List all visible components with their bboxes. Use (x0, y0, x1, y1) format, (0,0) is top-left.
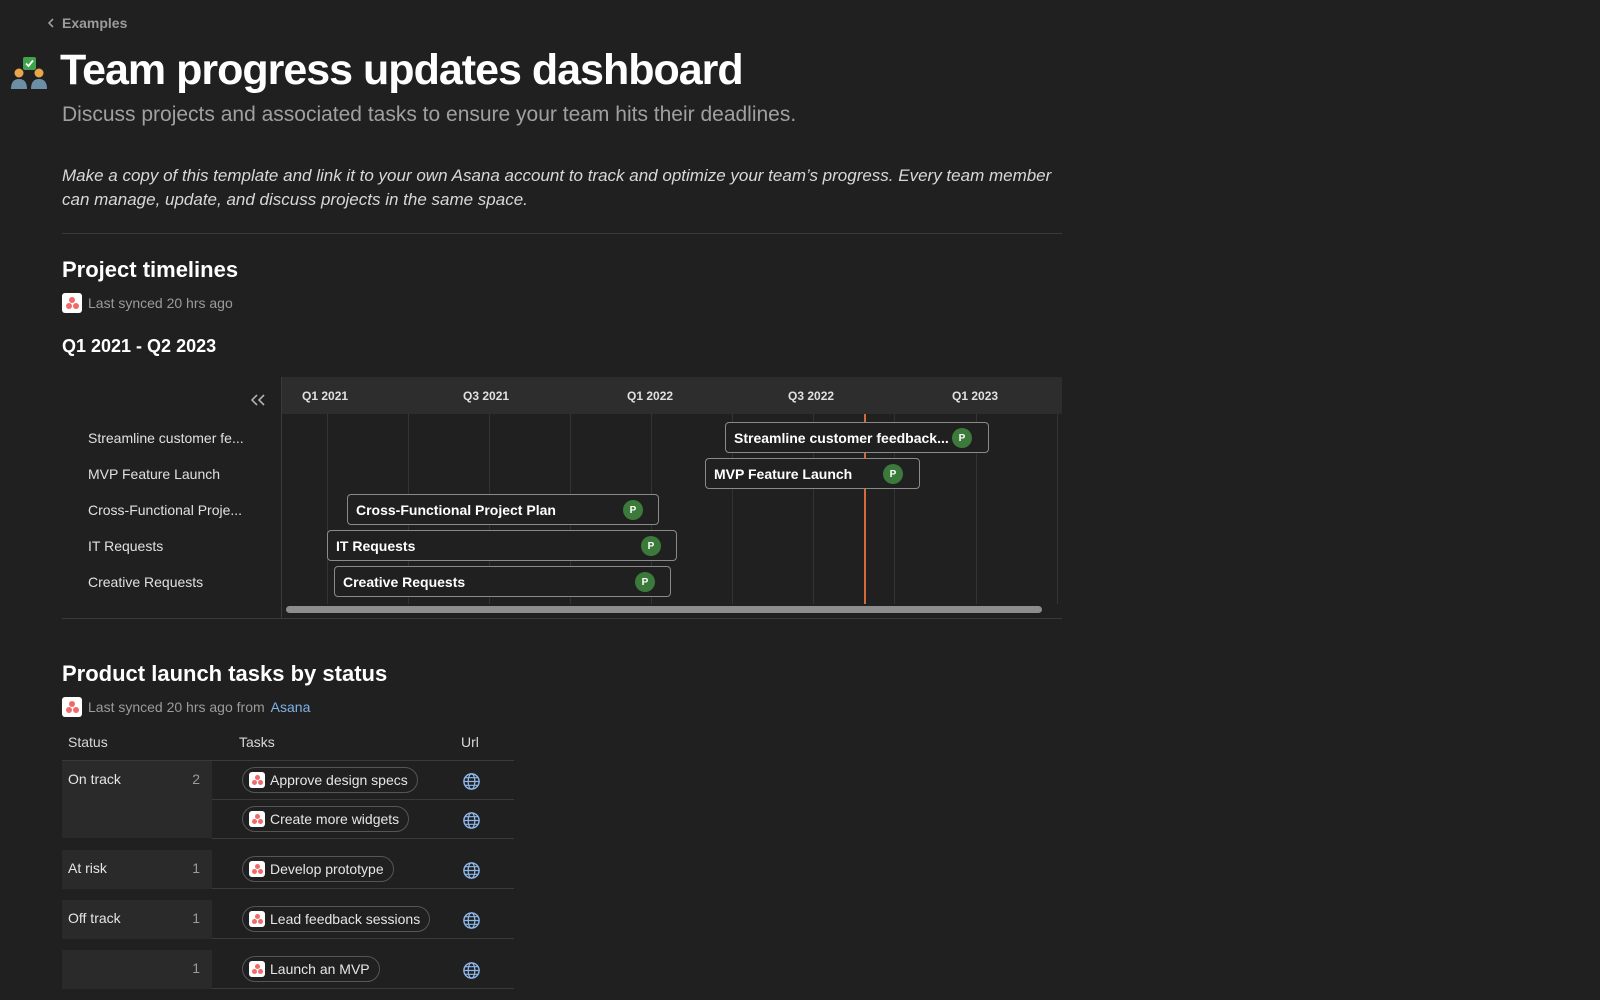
asana-logo-icon (249, 772, 265, 788)
quarter-label: Q3 2021 (463, 389, 510, 403)
table-row-divider (212, 888, 514, 889)
globe-icon[interactable] (462, 772, 481, 791)
timeline-row-labels: Streamline customer fe... MVP Feature La… (62, 377, 281, 619)
quarter-label: Q1 2021 (302, 389, 349, 403)
timeline-row-label[interactable]: MVP Feature Launch (88, 466, 258, 482)
timeline-row-label[interactable]: Creative Requests (88, 574, 258, 590)
task-name: Create more widgets (270, 811, 400, 827)
asana-logo-icon (249, 961, 265, 977)
task-chip[interactable]: Approve design specs (242, 767, 418, 793)
asana-logo-icon (249, 811, 265, 827)
back-link-examples[interactable]: Examples (46, 15, 127, 31)
tasks-sync-text: Last synced 20 hrs ago from (88, 699, 265, 715)
timeline-bar-label: Streamline customer feedback... (734, 429, 949, 446)
double-chevron-left-icon[interactable] (249, 391, 267, 409)
tasks-sync-status: Last synced 20 hrs ago from Asana (62, 697, 310, 717)
task-name: Develop prototype (270, 861, 384, 877)
grid-line (327, 414, 328, 604)
tasks-by-status-title: Product launch tasks by status (62, 661, 388, 686)
column-header-tasks[interactable]: Tasks (239, 734, 275, 750)
page-subtitle: Discuss projects and associated tasks to… (62, 103, 797, 126)
table-row-divider (212, 838, 514, 839)
page-title: Team progress updates dashboard (60, 46, 744, 94)
status-label: Off track (68, 910, 121, 926)
project-timelines-title: Project timelines (62, 257, 239, 282)
globe-icon[interactable] (462, 961, 481, 980)
task-chip[interactable]: Create more widgets (242, 806, 410, 832)
page-description: Make a copy of this template and link it… (62, 166, 1052, 209)
timeline-widget: Streamline customer fe... MVP Feature La… (62, 377, 1062, 619)
team-icon (11, 57, 47, 89)
timeline-chart-area: Q1 2021 Q3 2021 Q1 2022 Q3 2022 Q1 2023 … (281, 377, 1062, 619)
quarter-label: Q1 2023 (952, 389, 999, 403)
table-row-divider (212, 799, 514, 800)
avatar[interactable]: P (623, 500, 643, 520)
status-group-cell[interactable]: 1 (62, 950, 212, 989)
quarter-label: Q3 2022 (788, 389, 835, 403)
table-row-divider (212, 988, 514, 989)
task-name: Approve design specs (270, 772, 408, 788)
timeline-bar[interactable]: Cross-Functional Project Plan P (347, 494, 659, 525)
timeline-bar[interactable]: IT Requests P (327, 530, 677, 561)
status-group-cell[interactable]: Off track 1 (62, 900, 212, 939)
timeline-bar-label: Creative Requests (343, 573, 466, 590)
quarter-label: Q1 2022 (627, 389, 674, 403)
timeline-row-label[interactable]: Streamline customer fe... (88, 430, 258, 446)
timeline-bar[interactable]: Creative Requests P (334, 566, 671, 597)
avatar[interactable]: P (883, 464, 903, 484)
avatar[interactable]: P (952, 428, 972, 448)
timeline-bar-label: MVP Feature Launch (714, 465, 853, 482)
globe-icon[interactable] (462, 911, 481, 930)
timeline-range-title: Q1 2021 - Q2 2023 (62, 336, 217, 356)
status-label: On track (68, 771, 121, 787)
timeline-sync-status: Last synced 20 hrs ago (62, 293, 233, 313)
task-name: Launch an MVP (270, 961, 370, 977)
column-header-url[interactable]: Url (461, 734, 479, 750)
status-label: At risk (68, 860, 107, 876)
asana-logo-icon (62, 293, 82, 313)
timeline-horizontal-scrollbar[interactable] (286, 606, 1042, 613)
back-link-label: Examples (62, 15, 128, 31)
section-divider (62, 233, 1062, 234)
asana-logo-icon (249, 911, 265, 927)
chevron-left-icon (47, 18, 54, 28)
grid-line (1057, 414, 1058, 604)
status-count: 1 (192, 960, 200, 976)
timeline-row-label[interactable]: Cross-Functional Proje... (88, 502, 258, 518)
timeline-row-label[interactable]: IT Requests (88, 538, 258, 554)
table-row-divider (212, 938, 514, 939)
timeline-bar[interactable]: MVP Feature Launch P (705, 458, 920, 489)
task-chip[interactable]: Develop prototype (242, 856, 394, 882)
status-count: 2 (192, 771, 200, 787)
asana-logo-icon (249, 861, 265, 877)
asana-source-link[interactable]: Asana (271, 699, 311, 715)
globe-icon[interactable] (462, 811, 481, 830)
timeline-quarter-header: Q1 2021 Q3 2021 Q1 2022 Q3 2022 Q1 2023 (282, 377, 1062, 414)
avatar[interactable]: P (635, 572, 655, 592)
task-chip[interactable]: Lead feedback sessions (242, 906, 431, 932)
avatar[interactable]: P (641, 536, 661, 556)
timeline-sync-text: Last synced 20 hrs ago (88, 295, 233, 311)
status-group-cell[interactable]: At risk 1 (62, 850, 212, 889)
timeline-bar-label: Cross-Functional Project Plan (356, 501, 556, 518)
status-group-cell[interactable]: On track 2 (62, 761, 212, 838)
status-count: 1 (192, 910, 200, 926)
timeline-bar-label: IT Requests (336, 537, 416, 554)
asana-logo-icon (62, 697, 82, 717)
task-chip[interactable]: Launch an MVP (242, 956, 380, 982)
status-count: 1 (192, 860, 200, 876)
column-header-status[interactable]: Status (68, 734, 108, 750)
globe-icon[interactable] (462, 861, 481, 880)
task-name: Lead feedback sessions (270, 911, 421, 927)
timeline-bar[interactable]: Streamline customer feedback... P (725, 422, 989, 453)
